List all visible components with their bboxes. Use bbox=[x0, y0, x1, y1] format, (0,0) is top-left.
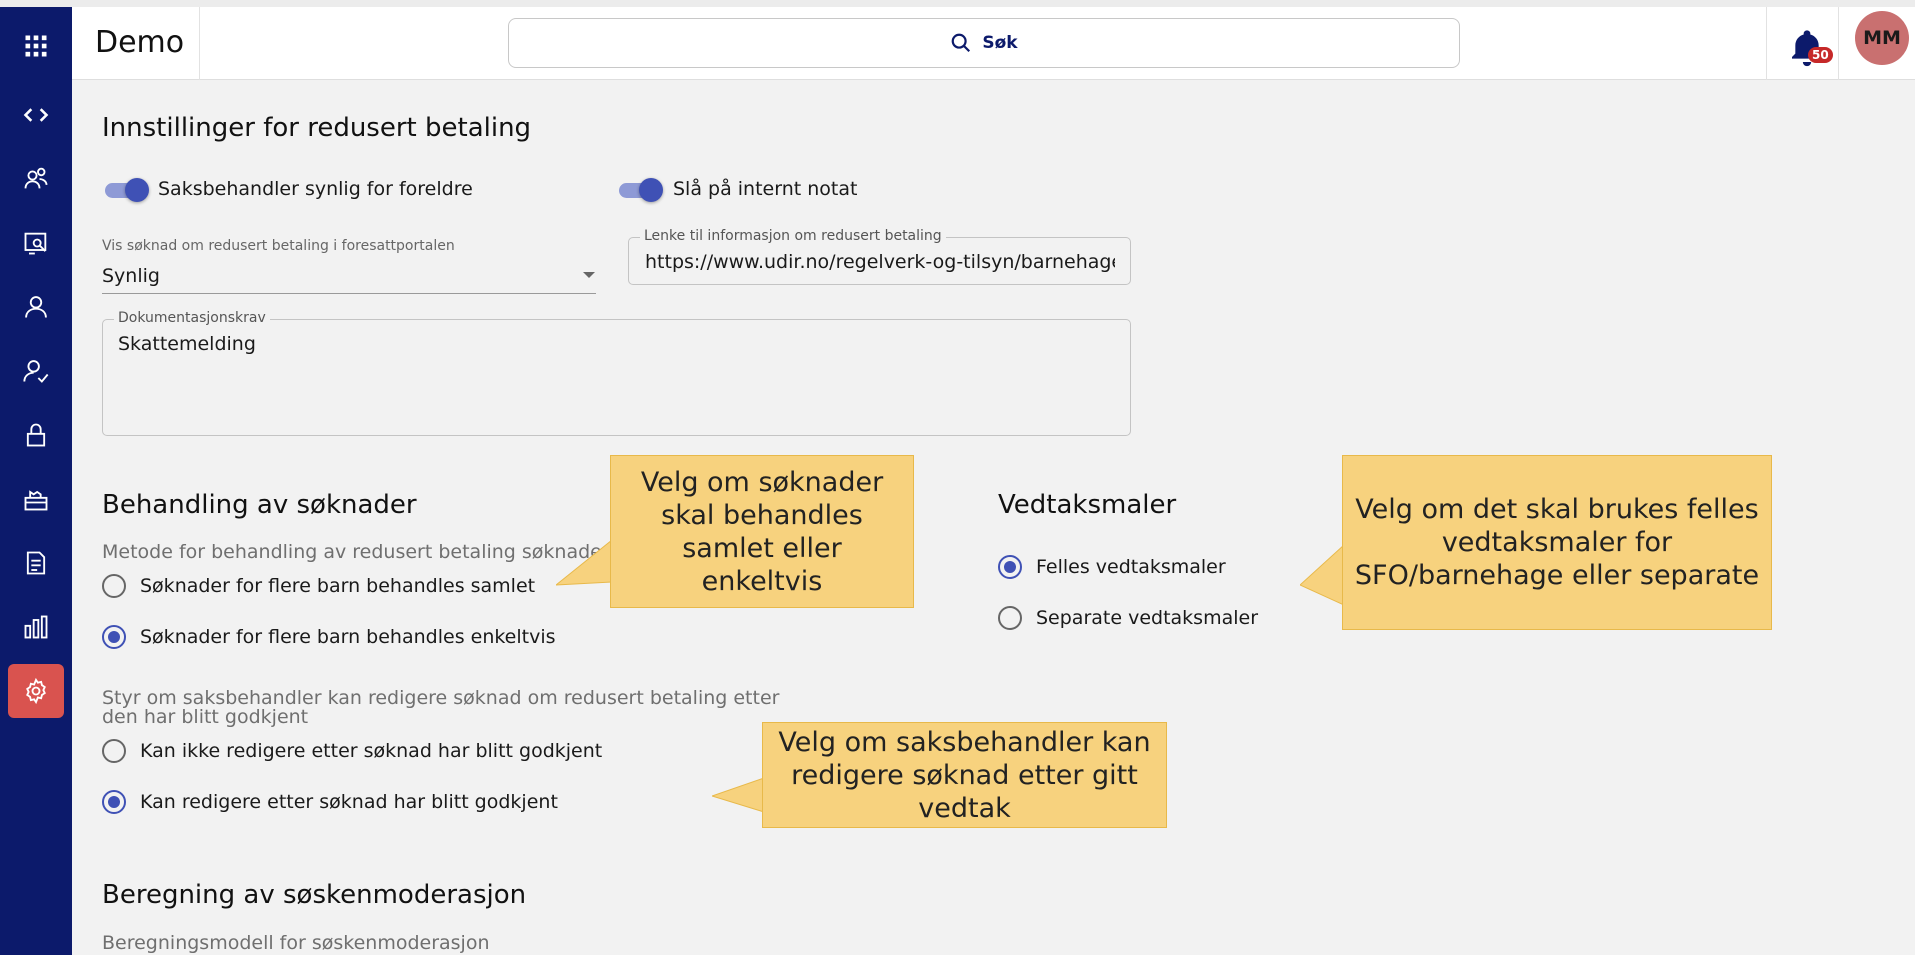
sidebar bbox=[0, 7, 72, 955]
edit-option-no: Kan ikke redigere etter søknad har blitt… bbox=[140, 740, 603, 762]
code-icon[interactable] bbox=[8, 88, 64, 142]
person-icon[interactable] bbox=[8, 280, 64, 334]
header-divider bbox=[1838, 7, 1839, 80]
top-strip bbox=[0, 0, 1915, 7]
portal-visibility-label: Vis søknad om redusert betaling i foresa… bbox=[102, 238, 455, 254]
template-option-common: Felles vedtaksmaler bbox=[1036, 556, 1226, 578]
lock-icon[interactable] bbox=[8, 408, 64, 462]
info-link-label: Lenke til informasjon om redusert betali… bbox=[640, 228, 946, 244]
method-option-combined: Søknader for flere barn behandles samlet bbox=[140, 575, 536, 597]
bar-chart-icon[interactable] bbox=[8, 600, 64, 654]
internal-note-label: Slå på internt notat bbox=[673, 178, 858, 200]
callout-templates: Velg om det skal brukes felles vedtaksma… bbox=[1342, 455, 1772, 630]
edit-label-line2: den har blitt godkjent bbox=[102, 706, 309, 728]
method-option-individual: Søknader for flere barn behandles enkelt… bbox=[140, 626, 556, 648]
header-divider bbox=[199, 7, 200, 80]
header-divider bbox=[1766, 7, 1767, 80]
internal-note-toggle[interactable] bbox=[617, 178, 663, 202]
template-radio-common[interactable] bbox=[998, 555, 1022, 579]
search-label: Søk bbox=[982, 33, 1018, 53]
edit-option-yes: Kan redigere etter søknad har blitt godk… bbox=[140, 791, 558, 813]
case-search-icon[interactable] bbox=[8, 216, 64, 270]
select-underline bbox=[102, 293, 596, 294]
settings-title: Innstillinger for redusert betaling bbox=[102, 113, 532, 143]
person-check-icon[interactable] bbox=[8, 344, 64, 398]
sibling-title: Beregning av søskenmoderasjon bbox=[102, 880, 527, 910]
callout-edit: Velg om saksbehandler kan redigere søkna… bbox=[762, 722, 1167, 828]
notification-badge: 50 bbox=[1808, 47, 1833, 63]
templates-title: Vedtaksmaler bbox=[998, 490, 1177, 520]
search-input[interactable]: Søk bbox=[508, 18, 1460, 68]
template-option-separate: Separate vedtaksmaler bbox=[1036, 607, 1259, 629]
search-icon bbox=[952, 33, 971, 53]
method-radio-individual[interactable] bbox=[102, 625, 126, 649]
edit-radio-yes[interactable] bbox=[102, 790, 126, 814]
documentation-field[interactable] bbox=[102, 319, 1131, 436]
callout-tail bbox=[712, 778, 764, 812]
document-icon[interactable] bbox=[8, 536, 64, 590]
info-link-value[interactable]: https://www.udir.no/regelverk-og-tilsyn/… bbox=[645, 251, 1115, 273]
kindergarten-icon[interactable] bbox=[8, 472, 64, 526]
method-radio-combined[interactable] bbox=[102, 574, 126, 598]
users-icon[interactable] bbox=[8, 152, 64, 206]
processing-title: Behandling av søknader bbox=[102, 490, 417, 520]
documentation-value[interactable]: Skattemelding bbox=[118, 333, 256, 355]
documentation-label: Dokumentasjonskrav bbox=[114, 310, 270, 326]
callout-tail bbox=[1300, 545, 1344, 605]
header: Demo Søk bbox=[72, 7, 1915, 80]
edit-radio-no[interactable] bbox=[102, 739, 126, 763]
template-radio-separate[interactable] bbox=[998, 606, 1022, 630]
avatar[interactable]: MM bbox=[1855, 11, 1909, 65]
callout-tail bbox=[556, 540, 612, 586]
app-title: Demo bbox=[95, 25, 185, 60]
callout-processing: Velg om søknader skal behandles samlet e… bbox=[610, 455, 914, 608]
chevron-down-icon[interactable] bbox=[583, 272, 595, 278]
method-label: Metode for behandling av redusert betali… bbox=[102, 541, 610, 563]
portal-visibility-select[interactable]: Synlig bbox=[102, 265, 160, 287]
gear-icon[interactable] bbox=[8, 664, 64, 718]
sibling-model-label: Beregningsmodell for søskenmoderasjon bbox=[102, 932, 490, 954]
caseworker-visible-label: Saksbehandler synlig for foreldre bbox=[158, 178, 473, 200]
caseworker-visible-toggle[interactable] bbox=[103, 178, 149, 202]
edit-label-line1: Styr om saksbehandler kan redigere søkna… bbox=[102, 687, 780, 709]
apps-grid-icon[interactable] bbox=[8, 19, 64, 73]
